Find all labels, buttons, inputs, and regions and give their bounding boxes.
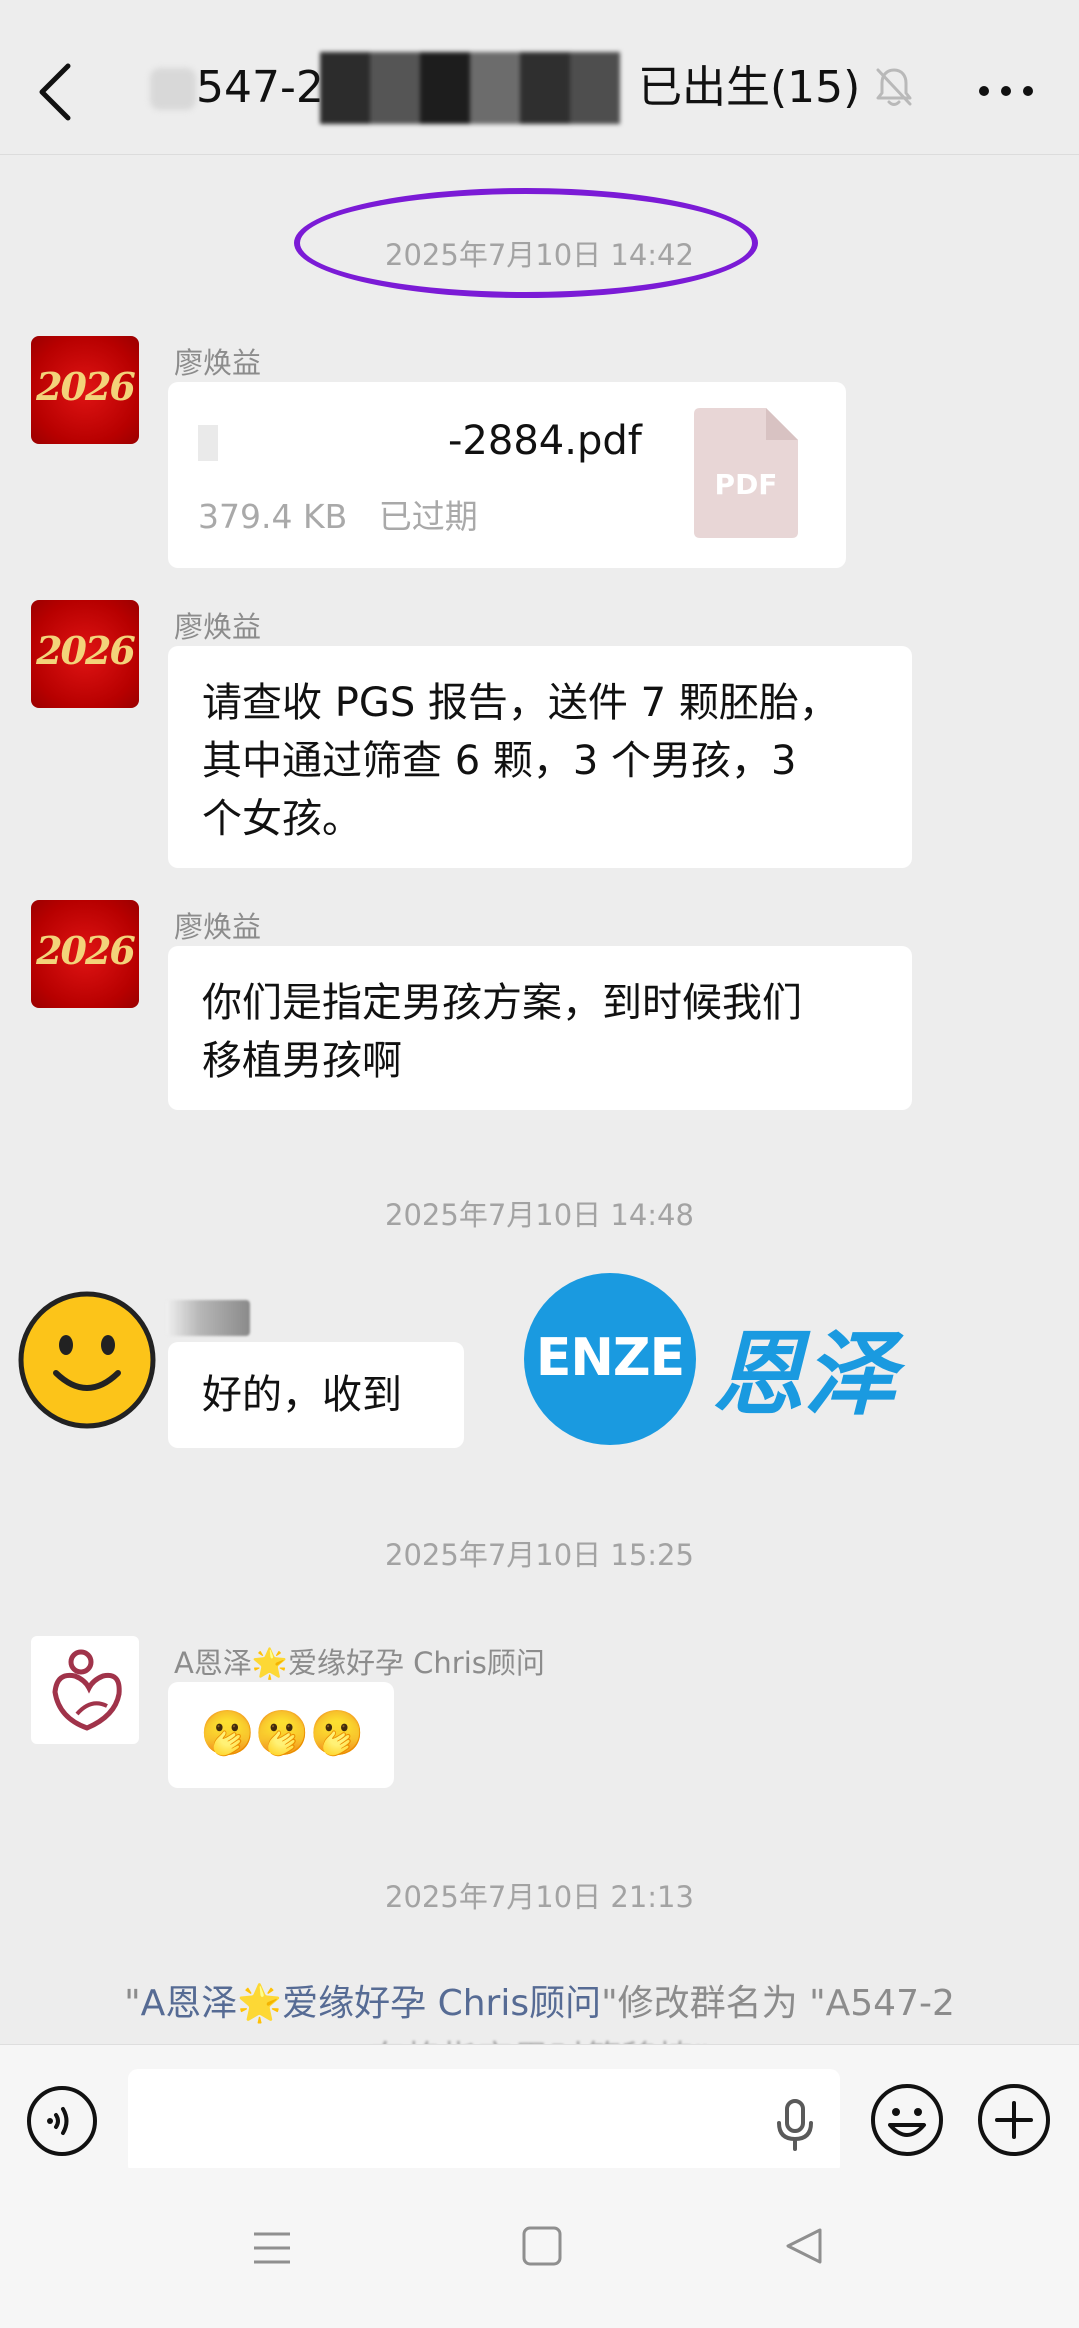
- sender-name: A恩泽🌟爱缘好孕 Chris顾问: [174, 1646, 545, 1680]
- message-emoji: 🫢🫢🫢: [200, 1708, 365, 1759]
- enze-logo-text: ENZE: [535, 1328, 685, 1388]
- redacted-region: [150, 68, 196, 110]
- heart-family-icon: [52, 1649, 122, 1731]
- chat-header: 547-2 已出生(15): [0, 0, 1079, 155]
- chat-title-left: 547-2: [196, 62, 324, 113]
- avatar[interactable]: 2026: [31, 600, 139, 708]
- redacted-sender: [166, 1300, 250, 1336]
- text-message-bubble[interactable]: 好的，收到: [168, 1342, 464, 1448]
- sender-name: 廖焕益: [174, 910, 262, 944]
- text-message-bubble[interactable]: 请查收 PGS 报告，送件 7 颗胚胎， 其中通过筛查 6 颗，3 个男孩，3 …: [168, 646, 912, 868]
- notice-actor[interactable]: A恩泽🌟爱缘好孕 Chris顾问: [141, 1983, 601, 2024]
- bell-off-icon: [876, 68, 912, 106]
- file-name: -2884.pdf: [198, 418, 642, 464]
- message-input[interactable]: [128, 2069, 840, 2175]
- pdf-file-icon: PDF: [694, 408, 798, 538]
- chevron-left-icon[interactable]: [28, 52, 88, 132]
- emoji-message-bubble[interactable]: 🫢🫢🫢: [168, 1682, 394, 1788]
- file-meta: 379.4 KB 已过期: [198, 497, 478, 536]
- enze-logo-cn: 恩泽: [712, 1320, 897, 1428]
- file-message-bubble[interactable]: -2884.pdf 379.4 KB 已过期 PDF: [168, 382, 846, 568]
- system-nav-bar: [0, 2168, 1079, 2328]
- voice-input-icon[interactable]: [26, 2085, 98, 2157]
- plus-icon[interactable]: [977, 2083, 1051, 2157]
- avatar[interactable]: 2026: [31, 336, 139, 444]
- timestamp: 2025年7月10日 21:13: [385, 1880, 694, 1914]
- chat-title: 547-2 已出生(15): [150, 52, 870, 124]
- message-line: 你们是指定男孩方案，到时候我们: [202, 980, 802, 1026]
- message-text: 好的，收到: [202, 1372, 402, 1418]
- chat-title-right: 已出生(15): [638, 62, 861, 113]
- timestamp: 2025年7月10日 14:48: [385, 1198, 694, 1232]
- more-dots-icon[interactable]: [976, 78, 1036, 104]
- redacted-region: [320, 52, 620, 124]
- emoji-icon[interactable]: [870, 2083, 944, 2157]
- back-triangle-icon[interactable]: [782, 2224, 826, 2268]
- message-line: 请查收 PGS 报告，送件 7 颗胚胎，: [202, 680, 839, 726]
- text-message-bubble[interactable]: 你们是指定男孩方案，到时候我们 移植男孩啊: [168, 946, 912, 1110]
- system-notice: "A恩泽🌟爱缘好孕 Chris顾问"修改群名为 "A547-2: [124, 1983, 955, 2024]
- home-square-icon[interactable]: [520, 2224, 564, 2268]
- avatar[interactable]: 2026: [31, 900, 139, 1008]
- sender-name: 廖焕益: [174, 346, 262, 380]
- microphone-icon[interactable]: [770, 2097, 820, 2153]
- sender-name: 廖焕益: [174, 610, 262, 644]
- highlight-oval: [294, 188, 758, 298]
- input-bar: [0, 2044, 1079, 2175]
- message-line: 移植男孩啊: [202, 1038, 402, 1084]
- message-line: 个女孩。: [202, 796, 362, 842]
- message-line: 其中通过筛查 6 颗，3 个男孩，3: [202, 738, 797, 784]
- menu-icon[interactable]: [250, 2228, 294, 2268]
- timestamp: 2025年7月10日 15:25: [385, 1538, 694, 1572]
- avatar[interactable]: [31, 1636, 139, 1744]
- smiley-avatar-icon[interactable]: [18, 1291, 156, 1429]
